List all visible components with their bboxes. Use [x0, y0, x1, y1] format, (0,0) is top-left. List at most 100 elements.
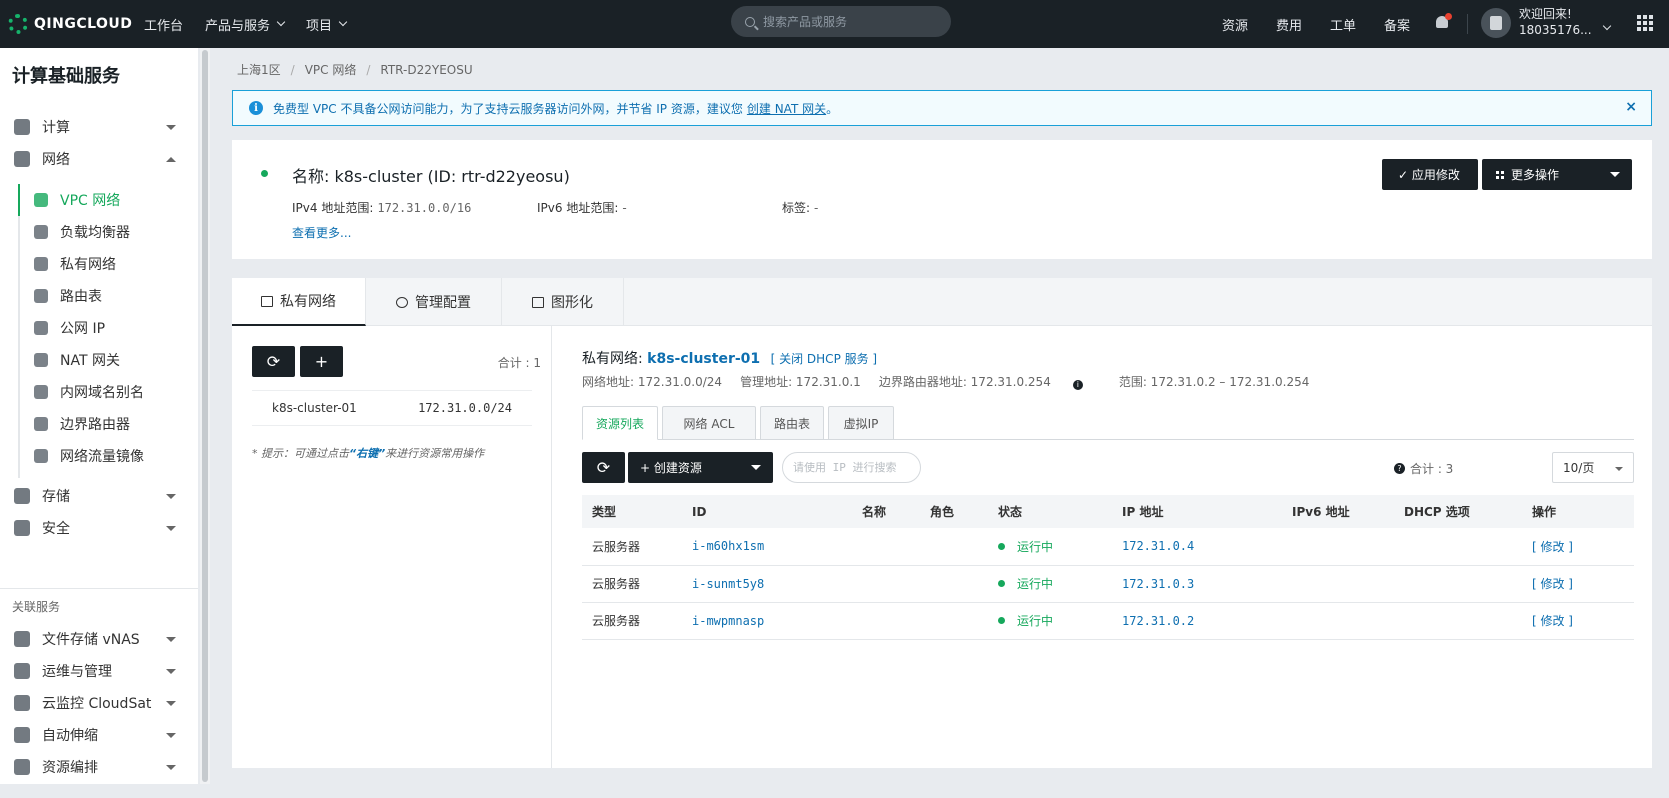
apps-grid-icon[interactable]	[1637, 15, 1653, 31]
caret-down-icon	[166, 637, 176, 642]
table-row[interactable]: 云服务器 i-sunmt5y8 运行中 172.31.0.3 [ 修改 ]	[582, 565, 1634, 603]
avatar[interactable]	[1481, 8, 1511, 38]
nav-billing[interactable]: 费用	[1276, 15, 1302, 34]
sidebar-group-compute[interactable]: 计算	[0, 111, 198, 143]
sidebar-item-vnas[interactable]: 文件存储 vNAS	[0, 623, 198, 655]
col-id: ID	[682, 495, 852, 528]
caret-down-icon	[166, 765, 176, 770]
sidebar-scrollbar[interactable]	[200, 48, 210, 784]
nav-products[interactable]: 产品与服务	[205, 15, 286, 34]
instance-id-link[interactable]: i-m60hx1sm	[682, 528, 852, 566]
breadcrumb-vpc[interactable]: VPC 网络	[305, 61, 357, 78]
sidebar-item-traffic-mirror[interactable]: 网络流量镜像	[18, 440, 198, 472]
sidebar-item-autoscaling[interactable]: 自动伸缩	[0, 719, 198, 751]
folder-icon	[14, 631, 30, 647]
sidebar-title: 计算基础服务	[12, 66, 120, 87]
ip-link[interactable]: 172.31.0.4	[1112, 528, 1282, 566]
load-balancer-icon	[34, 225, 48, 239]
dns-alias-icon	[34, 385, 48, 399]
user-icon	[1490, 16, 1502, 30]
create-nat-link[interactable]: 创建 NAT 网关	[747, 100, 826, 117]
ip-link[interactable]: 172.31.0.2	[1112, 602, 1282, 640]
wifi-icon	[34, 257, 48, 271]
edit-link[interactable]: [ 修改 ]	[1522, 565, 1634, 603]
instance-id-link[interactable]: i-sunmt5y8	[682, 565, 852, 603]
more-actions-button[interactable]: 更多操作	[1482, 159, 1632, 190]
nav-filing[interactable]: 备案	[1384, 15, 1410, 34]
add-network-button[interactable]: +	[300, 346, 343, 377]
list-item[interactable]: k8s-cluster-01 172.31.0.0/24	[252, 390, 532, 426]
ops-icon	[14, 663, 30, 679]
monitor-icon	[14, 695, 30, 711]
divider	[1467, 14, 1468, 34]
tab-graphic[interactable]: 图形化	[502, 278, 624, 326]
global-search[interactable]	[731, 6, 951, 37]
sidebar-item-label: 运维与管理	[42, 664, 112, 680]
qingcloud-logo[interactable]: QINGCLOUD	[8, 14, 144, 34]
sidebar-item-orchestration[interactable]: 资源编排	[0, 751, 198, 783]
sidebar-group-security[interactable]: 安全	[0, 512, 198, 544]
tab-virtual-ip[interactable]: 虚拟IP	[828, 406, 894, 440]
disable-dhcp-link[interactable]: [ 关闭 DHCP 服务 ]	[771, 352, 878, 366]
breadcrumb-zone[interactable]: 上海1区	[237, 61, 281, 78]
cell-type: 云服务器	[582, 528, 682, 566]
info-icon[interactable]: i	[1072, 380, 1083, 390]
address-range: 范围: 172.31.0.2 – 172.31.0.254	[1118, 375, 1310, 389]
tab-private-network[interactable]: 私有网络	[232, 278, 366, 326]
cell-role	[920, 565, 988, 603]
main-panel: 私有网络 管理配置 图形化 ⟳ + 合计 : 1 k8s-cluster-01 …	[232, 278, 1652, 768]
sidebar-item-dns-alias[interactable]: 内网域名别名	[18, 376, 198, 408]
col-name: 名称	[852, 495, 920, 528]
cell-name	[852, 565, 920, 603]
caret-down-icon	[166, 494, 176, 499]
apply-changes-button[interactable]: ✓ 应用修改	[1382, 159, 1478, 190]
cell-role	[920, 528, 988, 566]
sidebar-item-route-table[interactable]: 路由表	[18, 280, 198, 312]
notification-bell-icon[interactable]	[1434, 13, 1452, 32]
tab-route-table[interactable]: 路由表	[760, 406, 824, 440]
close-icon[interactable]: ×	[1625, 99, 1637, 115]
ip-search-input[interactable]	[782, 452, 921, 483]
global-search-input[interactable]	[763, 14, 933, 29]
page-size-select[interactable]: 10/页	[1552, 452, 1634, 483]
sidebar-group-network[interactable]: 网络	[0, 143, 198, 175]
user-menu-chevron-icon[interactable]	[1596, 18, 1612, 33]
edit-link[interactable]: [ 修改 ]	[1522, 528, 1634, 566]
user-welcome[interactable]: 欢迎回来! 18035176...	[1519, 6, 1592, 38]
edit-link[interactable]: [ 修改 ]	[1522, 602, 1634, 640]
chevron-down-icon	[276, 17, 286, 27]
nav-resources[interactable]: 资源	[1222, 15, 1248, 34]
tab-network-acl[interactable]: 网络 ACL	[662, 406, 756, 440]
view-more-link[interactable]: 查看更多...	[292, 224, 351, 241]
help-icon[interactable]: ?	[1394, 463, 1405, 474]
nav-workbench[interactable]: 工作台	[144, 15, 183, 34]
apply-label: ✓ 应用修改	[1398, 168, 1460, 182]
sidebar-item-border-router[interactable]: 边界路由器	[18, 408, 198, 440]
tab-resource-list[interactable]: 资源列表	[582, 406, 658, 440]
create-resource-button[interactable]: + 创建资源	[628, 452, 773, 483]
sidebar-item-private-network[interactable]: 私有网络	[18, 248, 198, 280]
tab-management[interactable]: 管理配置	[366, 278, 502, 326]
table-row[interactable]: 云服务器 i-mwpmnasp 运行中 172.31.0.2 [ 修改 ]	[582, 602, 1634, 640]
nat-gateway-icon	[34, 353, 48, 367]
instance-id-link[interactable]: i-mwpmnasp	[682, 602, 852, 640]
sidebar-item-nat-gateway[interactable]: NAT 网关	[18, 344, 198, 376]
ip-link[interactable]: 172.31.0.3	[1112, 565, 1282, 603]
col-role: 角色	[920, 495, 988, 528]
sidebar-item-load-balancer[interactable]: 负载均衡器	[18, 216, 198, 248]
sidebar-group-storage[interactable]: 存储	[0, 480, 198, 512]
sidebar-item-ops[interactable]: 运维与管理	[0, 655, 198, 687]
nav-projects[interactable]: 项目	[306, 15, 348, 34]
refresh-button[interactable]: ⟳	[252, 346, 295, 377]
tab-label: 管理配置	[415, 295, 471, 311]
sidebar-item-vpc[interactable]: VPC 网络	[18, 184, 198, 216]
refresh-resources-button[interactable]: ⟳	[582, 452, 625, 483]
network-heading: 私有网络: k8s-cluster-01 [ 关闭 DHCP 服务 ]	[582, 351, 878, 367]
network-name-link[interactable]: k8s-cluster-01	[647, 351, 760, 367]
sidebar-item-public-ip[interactable]: 公网 IP	[18, 312, 198, 344]
sidebar-item-cloudsat[interactable]: 云监控 CloudSat	[0, 687, 198, 719]
table-row[interactable]: 云服务器 i-m60hx1sm 运行中 172.31.0.4 [ 修改 ]	[582, 528, 1634, 566]
cell-dhcp	[1394, 602, 1522, 640]
nav-tickets[interactable]: 工单	[1330, 15, 1356, 34]
notification-badge	[1445, 13, 1452, 20]
